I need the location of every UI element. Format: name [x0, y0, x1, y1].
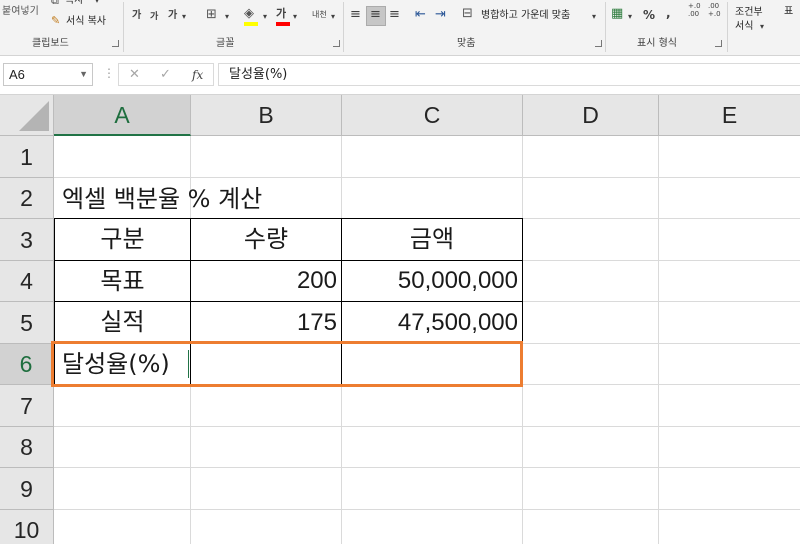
cell-b4[interactable]: 200 — [191, 261, 337, 301]
copy-icon: ⧉ — [51, 0, 59, 7]
border-icon[interactable]: ⊞ — [206, 8, 217, 22]
copy-button[interactable]: 복사 — [65, 0, 83, 7]
format-painter-button[interactable]: 서식 복사 — [66, 16, 106, 28]
column-header-b[interactable]: B — [191, 95, 342, 136]
gridline — [54, 467, 800, 468]
row-header-3[interactable]: 3 — [0, 219, 54, 261]
select-all-icon — [19, 101, 49, 131]
formula-bar: A6 ▼ ⋮ ✕ ✓ fx 달성율(%) — [0, 56, 800, 95]
font-color-dropdown-icon[interactable]: ▾ — [293, 10, 297, 24]
fill-color-swatch — [244, 22, 258, 26]
row-header-9[interactable]: 9 — [0, 468, 54, 510]
percent-style-button[interactable]: % — [643, 8, 655, 22]
font-style-dropdown-icon[interactable]: ▾ — [182, 10, 186, 24]
cell-a4[interactable]: 목표 — [55, 261, 190, 301]
format-as-table-button[interactable]: 표 — [784, 6, 793, 18]
cell-c4[interactable]: 50,000,000 — [342, 261, 518, 301]
increase-indent-icon[interactable]: ⇥ — [435, 8, 446, 22]
cell-b5[interactable]: 175 — [191, 302, 337, 343]
phonetic-button[interactable]: 내천 — [312, 8, 327, 22]
cell-c5[interactable]: 47,500,000 — [342, 302, 518, 343]
alignment-launcher-icon[interactable] — [595, 40, 602, 47]
align-left-icon[interactable]: ≡ — [350, 8, 361, 22]
row-header-2[interactable]: 2 — [0, 178, 54, 219]
paste-label[interactable]: 붙여넣기 — [2, 6, 39, 18]
ribbon-separator — [123, 2, 124, 52]
decrease-indent-icon[interactable]: ⇤ — [415, 8, 426, 22]
ribbon-separator — [343, 2, 344, 52]
row-header-1[interactable]: 1 — [0, 136, 54, 178]
alignment-group-label: 맞춤 — [457, 38, 476, 49]
formula-input[interactable]: 달성율(%) — [218, 63, 800, 86]
phonetic-dropdown-icon[interactable]: ▾ — [331, 10, 335, 24]
gridline — [658, 136, 659, 544]
enter-icon[interactable]: ✓ — [160, 66, 171, 84]
merge-center-dropdown-icon[interactable]: ▾ — [592, 10, 596, 24]
fill-color-dropdown-icon[interactable]: ▾ — [263, 10, 267, 24]
border-dropdown-icon[interactable]: ▾ — [225, 10, 229, 24]
conditional-format-button[interactable]: 조건부 서식 — [735, 6, 773, 34]
insert-function-icon[interactable]: fx — [192, 66, 203, 84]
row-header-10[interactable]: 10 — [0, 510, 54, 544]
clipboard-group-label: 클립보드 — [32, 38, 69, 49]
row-header-4[interactable]: 4 — [0, 261, 54, 302]
fill-color-icon[interactable]: ◈ — [244, 7, 254, 21]
align-center-icon: ≡ — [370, 7, 381, 22]
column-header-e[interactable]: E — [659, 95, 800, 136]
cell-b3[interactable]: 수량 — [191, 219, 341, 260]
format-painter-icon: ✎ — [51, 14, 61, 27]
cell-a5[interactable]: 실적 — [55, 302, 190, 343]
font-group-label: 글꼴 — [216, 38, 235, 49]
shrink-font-button[interactable]: 가 — [150, 10, 158, 24]
copy-dropdown-icon[interactable]: ▾ — [95, 0, 99, 8]
font-color-button[interactable]: 가 — [276, 7, 286, 21]
name-box-dropdown-icon[interactable]: ▼ — [79, 64, 88, 85]
row-header-7[interactable]: 7 — [0, 385, 54, 427]
font-style-button[interactable]: 가 — [168, 9, 177, 23]
cell-a2[interactable]: 엑셀 백분율 % 계산 — [62, 181, 262, 217]
merge-center-icon[interactable]: ⊟ — [462, 7, 473, 21]
column-header-d[interactable]: D — [523, 95, 659, 136]
gridline — [54, 509, 800, 510]
grow-font-button[interactable]: 가 — [132, 9, 141, 23]
number-launcher-icon[interactable] — [715, 40, 722, 47]
ribbon: 붙여넣기 ⧉ 복사 ▾ ✎ 서식 복사 클립보드 가 가 가 ▾ ⊞ ▾ ◈ ▾… — [0, 0, 800, 56]
column-header-a[interactable]: A — [54, 95, 191, 136]
merge-center-button[interactable]: 병합하고 가운데 맞춤 — [481, 10, 570, 22]
row-header-8[interactable]: 8 — [0, 427, 54, 468]
accounting-format-dropdown-icon[interactable]: ▾ — [628, 10, 632, 24]
cell-c3[interactable]: 금액 — [342, 219, 522, 260]
row-header-5[interactable]: 5 — [0, 302, 54, 344]
font-color-swatch — [276, 22, 290, 26]
cancel-icon[interactable]: ✕ — [129, 66, 140, 84]
name-box[interactable]: A6 ▼ — [3, 63, 93, 86]
decrease-decimal-button[interactable]: .00 +.0 — [708, 2, 724, 18]
clipboard-launcher-icon[interactable] — [112, 40, 119, 47]
spreadsheet-grid: A B C D E 1 2 3 4 5 6 7 8 9 10 엑셀 백분율 % … — [0, 95, 800, 544]
accounting-format-icon[interactable]: ▦ — [611, 7, 623, 21]
gridline — [54, 426, 800, 427]
name-box-value: A6 — [9, 67, 25, 82]
formula-controls: ✕ ✓ fx — [118, 63, 214, 86]
font-launcher-icon[interactable] — [333, 40, 340, 47]
formula-bar-resize-handle[interactable]: ⋮ — [103, 66, 116, 80]
column-header-c[interactable]: C — [342, 95, 523, 136]
row-header-6[interactable]: 6 — [0, 344, 54, 385]
highlight-box — [51, 341, 523, 387]
conditional-format-dropdown-icon[interactable]: ▾ — [760, 20, 764, 34]
align-right-icon[interactable]: ≡ — [389, 8, 400, 22]
ribbon-separator — [727, 2, 728, 52]
ribbon-separator — [605, 2, 606, 52]
increase-decimal-button[interactable]: +.0 .00 — [688, 2, 704, 18]
comma-style-button[interactable]: , — [666, 6, 671, 20]
cell-a3[interactable]: 구분 — [55, 219, 190, 260]
number-group-label: 표시 형식 — [637, 38, 677, 49]
select-all-button[interactable] — [0, 95, 54, 136]
gridline — [54, 177, 800, 178]
